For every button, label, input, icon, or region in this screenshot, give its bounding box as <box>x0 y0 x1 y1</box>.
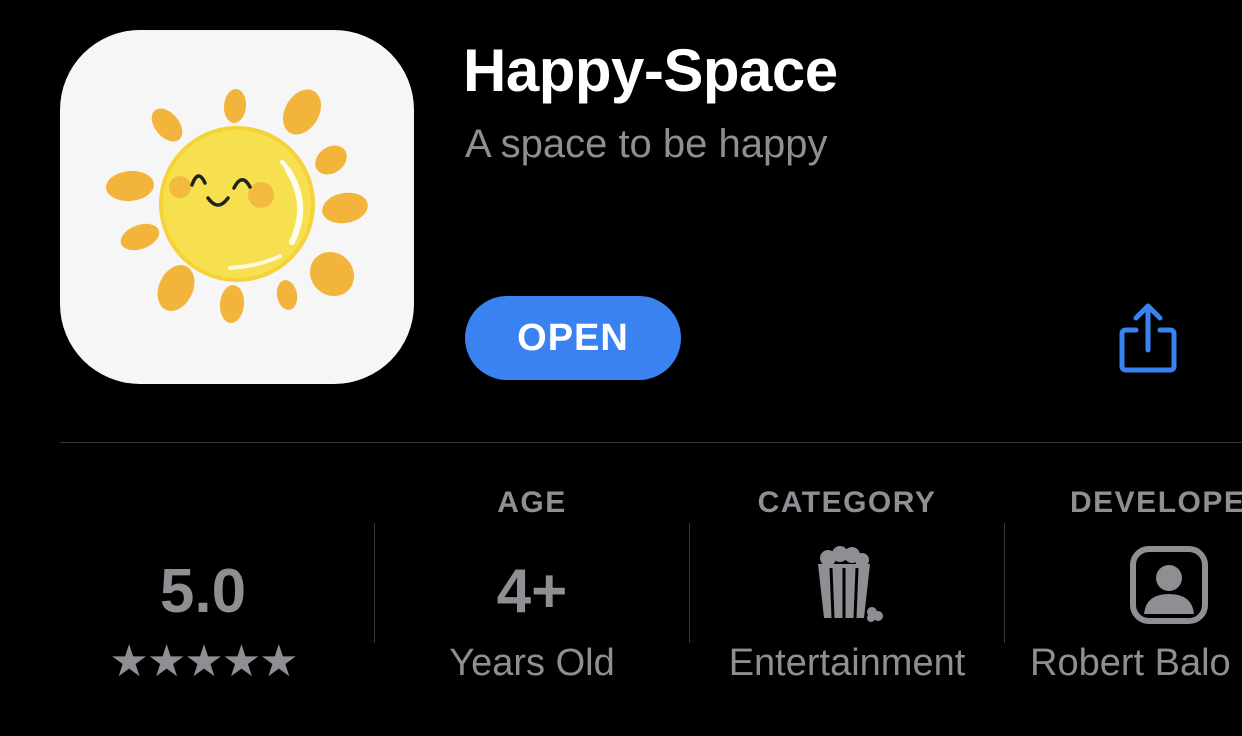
category-info[interactable]: CATEGORY Entertainment <box>690 476 1004 706</box>
category-caption: Entertainment <box>728 642 966 684</box>
rating-info[interactable]: 5.0 ★★★★★ <box>46 476 360 706</box>
age-value: 4+ <box>496 557 568 626</box>
column-separator <box>1004 523 1005 643</box>
developer-caption: Robert Balo <box>1030 642 1231 684</box>
section-divider <box>60 442 1242 443</box>
person-icon <box>1130 546 1208 629</box>
share-button[interactable] <box>1112 300 1184 380</box>
app-icon <box>60 30 414 384</box>
app-store-page: Happy-Space A space to be happy OPEN 5.0… <box>0 0 1242 736</box>
age-header: AGE <box>497 486 567 519</box>
open-button[interactable]: OPEN <box>465 296 681 380</box>
rating-stars: ★★★★★ <box>109 637 298 686</box>
age-caption: Years Old <box>449 642 615 684</box>
popcorn-icon <box>814 546 884 627</box>
developer-header: DEVELOPE <box>1070 486 1242 519</box>
rating-value: 5.0 <box>159 557 247 626</box>
age-info[interactable]: AGE 4+ Years Old <box>375 476 689 706</box>
smiling-sun-icon <box>106 89 368 323</box>
share-icon <box>1119 303 1177 373</box>
app-name: Happy-Space <box>463 37 838 104</box>
category-header: CATEGORY <box>757 486 937 519</box>
developer-info[interactable]: DEVELOPE Robert Balo <box>1010 476 1242 706</box>
app-subtitle: A space to be happy <box>465 122 828 166</box>
